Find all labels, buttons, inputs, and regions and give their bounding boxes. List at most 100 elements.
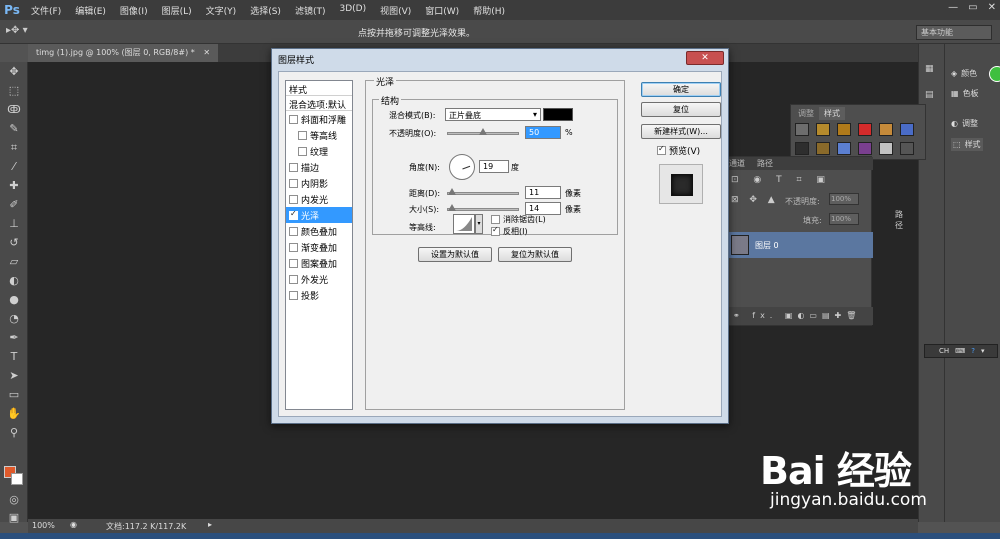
link-layers-icon[interactable]: ⚭ — [733, 311, 745, 320]
zoom-tool-icon[interactable]: ⚲ — [0, 423, 28, 442]
layer-lock-icons[interactable]: ⊠ ✥ ▲ — [731, 195, 779, 205]
opacity-slider[interactable] — [447, 128, 519, 135]
opacity-slider-thumb[interactable] — [479, 128, 487, 135]
layer-filter-icons[interactable]: ⊡ ◉ T ⌗ ▣ — [731, 175, 831, 185]
menu-item-8[interactable]: 视图(V) — [373, 4, 418, 17]
swatches-panel-tab[interactable]: ▦ 色板 — [951, 88, 979, 99]
type-tool-icon[interactable]: T — [0, 347, 28, 366]
size-slider[interactable] — [447, 204, 519, 211]
shape-tool-icon[interactable]: ▭ — [0, 385, 28, 404]
menu-item-7[interactable]: 3D(D) — [332, 4, 373, 17]
move-tool-icon[interactable]: ✥ — [0, 62, 28, 81]
style-checkbox[interactable] — [289, 209, 298, 220]
menu-item-2[interactable]: 图像(I) — [113, 4, 155, 17]
style-checkbox[interactable] — [298, 146, 307, 156]
style-swatch[interactable] — [837, 142, 851, 155]
style-list-item[interactable]: 光泽 — [286, 207, 352, 223]
status-info-icon[interactable]: ◉ — [70, 520, 77, 529]
keyboard-icon[interactable]: ⌨ — [955, 347, 965, 355]
panel-icon-1[interactable]: ▦ — [925, 64, 934, 74]
tab-paths[interactable]: 路径 — [757, 158, 773, 169]
lasso-tool-icon[interactable]: ↂ — [0, 100, 28, 119]
distance-slider[interactable] — [447, 188, 519, 195]
color-panel-tab[interactable]: ◈ 颜色 — [951, 68, 977, 79]
fx-button[interactable]: fx. — [752, 311, 777, 320]
style-swatch[interactable] — [879, 123, 893, 136]
screen-mode-icon[interactable]: ▣ — [0, 508, 28, 527]
set-default-button[interactable]: 设置为默认值 — [418, 247, 492, 262]
style-swatch[interactable] — [795, 142, 809, 155]
status-menu-arrow-icon[interactable]: ▸ — [208, 520, 212, 529]
invert-checkbox[interactable] — [491, 225, 500, 236]
maximize-button[interactable]: ▭ — [968, 2, 977, 13]
healing-tool-icon[interactable]: ✚ — [0, 176, 28, 195]
style-list-item[interactable]: 等高线 — [286, 127, 352, 143]
minimize-button[interactable]: — — [948, 2, 958, 13]
styles-panel-tab[interactable]: ⬚ 样式 — [951, 138, 983, 151]
contour-dropdown-icon[interactable]: ▾ — [475, 214, 483, 234]
panel-icon-2[interactable]: ▤ — [925, 90, 934, 100]
style-checkbox[interactable] — [289, 258, 298, 268]
crop-tool-icon[interactable]: ⌗ — [0, 138, 28, 157]
style-checkbox[interactable] — [289, 114, 298, 124]
dodge-tool-icon[interactable]: ◔ — [0, 309, 28, 328]
style-list-item[interactable]: 渐变叠加 — [286, 239, 352, 255]
style-checkbox[interactable] — [289, 242, 298, 252]
menu-item-4[interactable]: 文字(Y) — [199, 4, 244, 17]
pen-tool-icon[interactable]: ✒ — [0, 328, 28, 347]
style-swatch[interactable] — [816, 123, 830, 136]
style-checkbox[interactable] — [289, 274, 298, 284]
help-icon[interactable]: ? — [971, 347, 975, 355]
hand-tool-icon[interactable]: ✋ — [0, 404, 28, 423]
blur-tool-icon[interactable]: ● — [0, 290, 28, 309]
document-tab[interactable]: timg (1).jpg @ 100% (图层 0, RGB/8#) * ✕ — [28, 44, 219, 62]
brush-tool-icon[interactable]: ✐ — [0, 195, 28, 214]
reset-button[interactable]: 复位 — [641, 102, 721, 117]
preview-option[interactable]: 预览(V) — [657, 144, 700, 157]
style-list-item[interactable]: 纹理 — [286, 143, 352, 159]
angle-input[interactable]: 19 — [479, 160, 509, 173]
tab-styles[interactable]: 样式 — [819, 107, 845, 120]
workspace-switcher[interactable]: 基本功能 — [916, 25, 992, 40]
style-swatch[interactable] — [858, 123, 872, 136]
history-brush-tool-icon[interactable]: ↺ — [0, 233, 28, 252]
style-list-item[interactable]: 投影 — [286, 287, 352, 303]
blend-mode-select[interactable]: 正片叠底 ▾ — [445, 108, 541, 121]
menu-item-9[interactable]: 窗口(W) — [418, 4, 466, 17]
style-list-item[interactable]: 图案叠加 — [286, 255, 352, 271]
reset-default-button[interactable]: 复位为默认值 — [498, 247, 572, 262]
adjustments-panel-tab[interactable]: ◐ 调整 — [951, 118, 978, 129]
tab-channels[interactable]: 通道 — [729, 158, 745, 169]
layer-name[interactable]: 图层 0 — [755, 240, 779, 251]
ok-button[interactable]: 确定 — [641, 82, 721, 97]
style-swatch[interactable] — [879, 142, 893, 155]
style-swatch[interactable] — [858, 142, 872, 155]
fill-field[interactable]: 100% — [829, 213, 859, 225]
zoom-level[interactable]: 100% — [32, 521, 55, 530]
distance-input[interactable]: 11 — [525, 186, 561, 199]
marquee-tool-icon[interactable]: ⬚ — [0, 81, 28, 100]
opacity-field[interactable]: 100% — [829, 193, 859, 205]
ime-language[interactable]: CH — [939, 347, 949, 355]
style-checkbox[interactable] — [289, 226, 298, 236]
style-checkbox[interactable] — [289, 194, 298, 204]
new-style-button[interactable]: 新建样式(W)... — [641, 124, 721, 139]
contour-picker[interactable] — [453, 214, 475, 234]
invert-option[interactable]: 反相(I) — [491, 225, 528, 237]
quick-select-tool-icon[interactable]: ✎ — [0, 119, 28, 138]
style-swatch[interactable] — [900, 123, 914, 136]
style-checkbox[interactable] — [298, 130, 307, 140]
move-tool-preset-icon[interactable]: ▸✥ ▾ — [6, 25, 28, 36]
style-swatch[interactable] — [795, 123, 809, 136]
gradient-tool-icon[interactable]: ◐ — [0, 271, 28, 290]
ime-menu-icon[interactable]: ▾ — [981, 347, 985, 355]
menu-item-1[interactable]: 编辑(E) — [68, 4, 113, 17]
tab-adjustments[interactable]: 调整 — [793, 107, 819, 120]
style-checkbox[interactable] — [289, 178, 298, 188]
style-swatch[interactable] — [837, 123, 851, 136]
angle-dial[interactable] — [449, 154, 475, 180]
style-list-item[interactable]: 颜色叠加 — [286, 223, 352, 239]
style-list-item[interactable]: 内发光 — [286, 191, 352, 207]
menu-item-6[interactable]: 滤镜(T) — [288, 4, 333, 17]
menu-item-0[interactable]: 文件(F) — [24, 4, 68, 17]
